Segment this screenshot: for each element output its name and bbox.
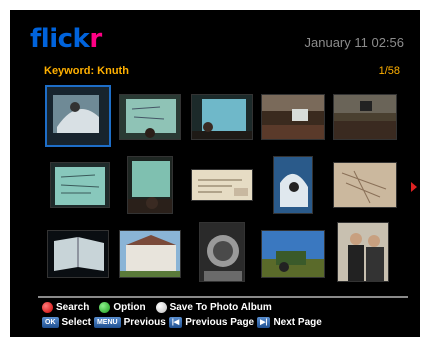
color-key-legend: Search Option Save To Photo Album [42,302,272,313]
photo-image [51,163,109,207]
photo-thumbnail[interactable] [45,85,111,147]
tv-screen: flickr January 11 02:56 Keyword: Knuth 1… [10,10,420,337]
photo-thumbnail[interactable] [50,162,110,208]
red-button-icon [42,302,53,313]
photo-image [192,170,252,200]
photo-thumbnail[interactable] [119,94,181,140]
photo-image [274,157,312,213]
search-label: Search [56,302,90,313]
photo-thumbnail[interactable] [273,156,313,214]
photo-thumbnail[interactable] [333,162,397,208]
photo-thumbnail[interactable] [261,94,325,140]
previous-label: Previous [123,317,166,328]
logo-part-2: r [89,24,102,54]
option-label: Option [113,302,146,313]
photo-thumbnail[interactable] [333,94,397,140]
photo-thumbnail[interactable] [199,222,245,282]
page-indicator: 1/58 [378,65,400,77]
flickr-logo: flickr [30,24,102,54]
keyword-label: Keyword: Knuth [44,65,129,77]
photo-image [200,223,244,281]
green-button-icon [99,302,111,313]
save-label: Save To Photo Album [169,302,272,313]
photo-thumbnail[interactable] [47,230,109,278]
photo-image [334,95,396,139]
photo-image [192,95,252,139]
ok-key-icon: OK [42,317,59,328]
logo-part-1: flick [30,24,90,54]
photo-thumbnail[interactable] [119,230,181,278]
photo-thumbnail[interactable] [191,94,253,140]
menu-key-icon: MENU [93,317,121,328]
photo-image [48,231,108,277]
photo-image [338,223,388,281]
photo-thumbnail[interactable] [127,156,173,214]
photo-image [334,163,396,207]
photo-thumbnail[interactable] [261,230,325,278]
photo-image [120,95,180,139]
photo-thumbnail[interactable] [337,222,389,282]
next-page-key-icon: ▶| [257,317,271,328]
photo-image [128,157,172,213]
photo-thumbnail[interactable] [191,169,253,201]
navigation-key-legend: OK Select MENU Previous |◀ Previous Page… [42,317,322,328]
select-label: Select [61,317,91,328]
previous-page-label: Previous Page [185,317,255,328]
photo-image [47,87,109,145]
photo-image [120,231,180,277]
date-time: January 11 02:56 [304,35,405,50]
previous-page-key-icon: |◀ [168,317,183,328]
white-button-icon [155,302,167,313]
divider [38,296,408,298]
next-page-arrow-icon[interactable] [411,182,417,192]
photo-image [262,95,324,139]
next-page-label: Next Page [273,317,322,328]
photo-image [262,231,324,277]
